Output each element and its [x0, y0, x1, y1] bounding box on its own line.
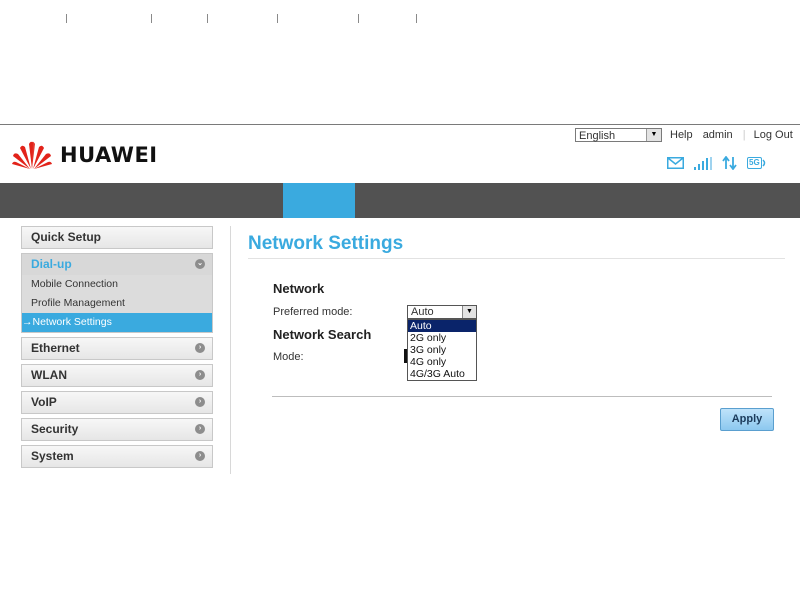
- user-link[interactable]: admin: [703, 129, 733, 141]
- expand-icon: ›: [195, 343, 205, 353]
- sidebar-divider: [230, 226, 231, 474]
- language-select[interactable]: English ▼: [575, 128, 662, 142]
- collapse-icon: ⌄: [195, 259, 205, 269]
- expand-icon: ›: [195, 370, 205, 380]
- nav-update[interactable]: Update: [220, 0, 264, 35]
- option-4g-only[interactable]: 4G only: [408, 356, 476, 368]
- network-5g-icon: 5G: [747, 157, 768, 169]
- option-2g-only[interactable]: 2G only: [408, 332, 476, 344]
- sidebar-item-label: VoIP: [31, 395, 57, 409]
- content-divider: [272, 396, 772, 397]
- huawei-logo: HUAWEI: [12, 140, 158, 170]
- sidebar-item-system[interactable]: System ›: [21, 445, 213, 468]
- sidebar-item-security[interactable]: Security ›: [21, 418, 213, 441]
- chevron-down-icon: ▼: [462, 306, 476, 318]
- title-divider: [248, 258, 785, 259]
- nav-separator: [277, 14, 278, 23]
- status-icons: 5G: [667, 156, 768, 170]
- signal-wave-icon: [762, 159, 765, 167]
- signal-icon: [694, 156, 712, 170]
- sidebar: Quick Setup Dial-up ⌄ Mobile Connection …: [21, 226, 213, 472]
- nav-more[interactable]: More: [372, 0, 403, 35]
- nav-home[interactable]: Home: [16, 0, 52, 35]
- sidebar-item-label: Dial-up: [31, 257, 72, 271]
- nav-settings[interactable]: Settings: [294, 0, 345, 35]
- search-mode-label: Mode:: [273, 351, 304, 363]
- preferred-mode-dropdown: Auto 2G only 3G only 4G only 4G/3G Auto: [407, 319, 477, 381]
- brand-name: HUAWEI: [60, 143, 158, 167]
- sidebar-subitem-network-settings[interactable]: →Network Settings: [22, 313, 212, 332]
- active-arrow-icon: →: [22, 316, 33, 328]
- nav-separator: [66, 14, 67, 23]
- expand-icon: ›: [195, 451, 205, 461]
- top-links: Help admin | Log Out: [670, 129, 800, 141]
- sidebar-subitem-mobile-connection[interactable]: Mobile Connection: [22, 275, 212, 294]
- network-type-badge: 5G: [747, 157, 762, 169]
- nav-separator: [151, 14, 152, 23]
- network-heading: Network: [273, 281, 325, 296]
- sidebar-item-label: Quick Setup: [31, 230, 102, 244]
- sidebar-item-voip[interactable]: VoIP ›: [21, 391, 213, 414]
- nav-separator: [416, 14, 417, 23]
- sidebar-item-label: WLAN: [31, 368, 67, 382]
- apply-button[interactable]: Apply: [720, 408, 774, 431]
- data-transfer-icon: [722, 156, 737, 170]
- logout-link[interactable]: Log Out: [754, 129, 793, 141]
- nav-separator: [358, 14, 359, 23]
- sidebar-item-dialup[interactable]: Dial-up ⌄: [22, 254, 212, 275]
- option-3g-only[interactable]: 3G only: [408, 344, 476, 356]
- sidebar-group-dialup: Dial-up ⌄ Mobile Connection Profile Mana…: [21, 253, 213, 333]
- network-search-heading: Network Search: [273, 327, 372, 342]
- language-value: English: [579, 130, 616, 142]
- huawei-flower-icon: [12, 141, 52, 169]
- header-divider: [0, 124, 800, 125]
- nav-sms[interactable]: SMS: [164, 0, 192, 35]
- sidebar-item-ethernet[interactable]: Ethernet ›: [21, 337, 213, 360]
- sidebar-item-label: Ethernet: [31, 341, 80, 355]
- preferred-mode-value: Auto: [411, 306, 434, 318]
- expand-icon: ›: [195, 397, 205, 407]
- page-title: Network Settings: [248, 233, 404, 254]
- link-separator: |: [742, 129, 746, 141]
- preferred-mode-label: Preferred mode:: [273, 306, 353, 318]
- nav-statistics[interactable]: Statistics: [81, 0, 139, 35]
- chevron-down-icon: ▼: [646, 129, 661, 141]
- expand-icon: ›: [195, 424, 205, 434]
- mail-icon[interactable]: [667, 157, 684, 169]
- sidebar-item-quick-setup[interactable]: Quick Setup: [21, 226, 213, 249]
- help-link[interactable]: Help: [670, 129, 693, 141]
- preferred-mode-select[interactable]: Auto ▼: [407, 305, 477, 319]
- option-4g-3g-auto[interactable]: 4G/3G Auto: [408, 368, 476, 380]
- sidebar-item-wlan[interactable]: WLAN ›: [21, 364, 213, 387]
- sidebar-subitem-label: Network Settings: [32, 316, 112, 328]
- nav-active-highlight: [283, 183, 355, 218]
- nav-separator: [207, 14, 208, 23]
- sidebar-subitem-profile-management[interactable]: Profile Management: [22, 294, 212, 313]
- main-nav: [0, 183, 800, 218]
- sidebar-item-label: Security: [31, 422, 79, 436]
- option-auto[interactable]: Auto: [408, 320, 476, 332]
- sidebar-item-label: System: [31, 449, 74, 463]
